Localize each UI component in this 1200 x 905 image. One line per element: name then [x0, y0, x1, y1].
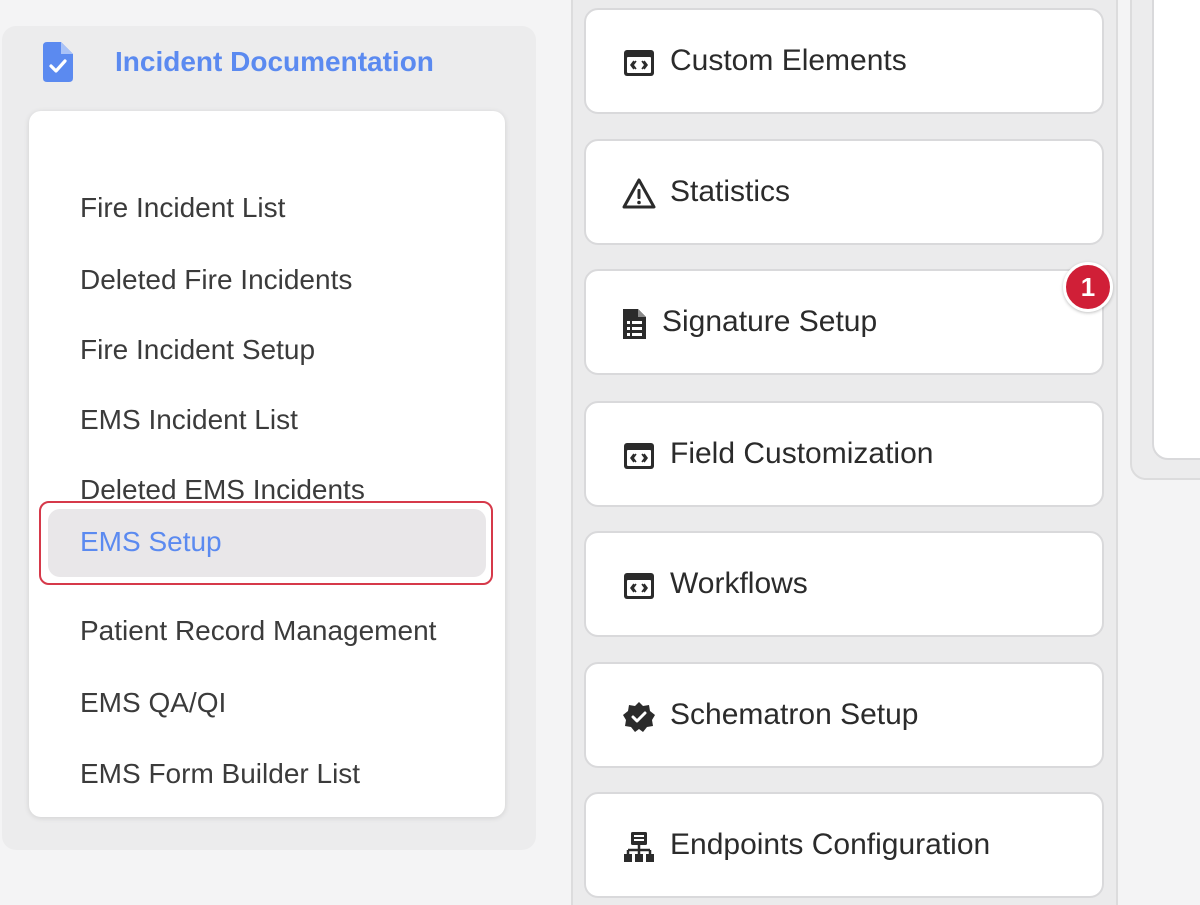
sidebar-item-fire-incident-setup[interactable]: Fire Incident Setup [29, 319, 505, 379]
panel-header: Incident Documentation [2, 26, 536, 106]
card-workflows[interactable]: Workflows [584, 531, 1104, 637]
warning-triangle-icon [622, 178, 656, 209]
sidebar-menu: Fire Incident List Deleted Fire Incident… [29, 111, 505, 817]
document-list-icon [623, 309, 646, 339]
card-endpoints-configuration[interactable]: Endpoints Configuration [584, 792, 1104, 898]
step-highlight-box [39, 501, 493, 585]
verified-badge-icon [623, 702, 655, 732]
card-custom-elements[interactable]: Custom Elements [584, 8, 1104, 114]
sidebar-item-label: EMS QA/QI [80, 687, 227, 718]
code-window-icon [624, 443, 654, 469]
sidebar-item-label: Deleted Fire Incidents [80, 264, 353, 295]
right-panel-content [1152, 0, 1200, 460]
network-icon [624, 832, 654, 862]
card-label: Schematron Setup [670, 698, 919, 731]
card-label: Custom Elements [670, 44, 907, 77]
column-gap [536, 0, 571, 905]
card-schematron-setup[interactable]: Schematron Setup [584, 662, 1104, 768]
card-label: Endpoints Configuration [670, 828, 991, 861]
step-number-badge: 1 [1063, 262, 1113, 312]
card-label: Workflows [670, 567, 808, 600]
card-label: Signature Setup [662, 305, 878, 338]
card-label: Statistics [670, 175, 791, 208]
sidebar-item-deleted-fire-incidents[interactable]: Deleted Fire Incidents [29, 249, 505, 309]
code-window-icon [624, 573, 654, 599]
sidebar-item-label: Fire Incident List [80, 192, 286, 223]
sidebar-item-fire-incident-list[interactable]: Fire Incident List [29, 177, 505, 237]
sidebar-item-label: EMS Incident List [80, 404, 298, 435]
sidebar-item-label: Fire Incident Setup [80, 334, 316, 365]
sidebar-item-ems-qa-qi[interactable]: EMS QA/QI [29, 672, 505, 732]
sidebar-item-label: EMS Form Builder List [80, 758, 361, 789]
sidebar-item-ems-incident-list[interactable]: EMS Incident List [29, 389, 505, 449]
card-label: Field Customization [670, 437, 934, 470]
panel-title[interactable]: Incident Documentation [115, 46, 434, 78]
card-signature-setup[interactable]: Signature Setup [584, 269, 1104, 375]
card-field-customization[interactable]: Field Customization [584, 401, 1104, 507]
card-statistics[interactable]: Statistics [584, 139, 1104, 245]
code-window-icon [624, 50, 654, 76]
sidebar-item-patient-record-management[interactable]: Patient Record Management [29, 600, 505, 660]
sidebar-item-ems-form-builder-list[interactable]: EMS Form Builder List [29, 743, 505, 803]
document-check-icon [43, 42, 73, 82]
sidebar-item-label: Patient Record Management [80, 615, 437, 646]
incident-documentation-panel: Incident Documentation Fire Incident Lis… [2, 26, 536, 850]
